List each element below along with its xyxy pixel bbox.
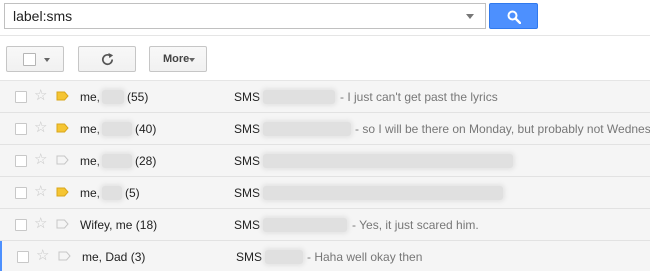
more-button-label: More: [163, 53, 190, 65]
thread-row[interactable]: ☆ me, (55) SMS - I just can't get past th…: [0, 81, 650, 113]
thread-row[interactable]: ☆ Wifey, me (18) SMS - Yes, it just scar…: [0, 209, 650, 241]
row-checkbox[interactable]: [15, 219, 27, 231]
sender: Wifey, me (18): [80, 218, 157, 232]
search-options-dropdown[interactable]: [466, 14, 474, 19]
sender: me, (5): [80, 186, 140, 200]
redacted-subject: [263, 90, 335, 104]
message-count: (55): [127, 90, 149, 104]
label-tag-icon[interactable]: [56, 123, 69, 133]
thread-label: SMS: [234, 154, 261, 168]
sender-names: me,: [80, 154, 101, 168]
thread-row[interactable]: ☆ me, (28) SMS: [0, 145, 650, 177]
redacted-subject: [265, 250, 303, 264]
search-input[interactable]: [4, 3, 486, 29]
thread-row[interactable]: ☆ me, (5) SMS: [0, 177, 650, 209]
thread-row[interactable]: ☆ me, (40) SMS - so I will be there on Mo…: [0, 113, 650, 145]
redacted-subject: [263, 186, 503, 200]
message-count: (3): [130, 250, 146, 264]
redacted-name: [102, 154, 133, 168]
redacted-name: [102, 122, 133, 136]
thread-label: SMS: [234, 218, 261, 232]
star-icon[interactable]: ☆: [34, 87, 47, 105]
thread-snippet: - Haha well okay then: [307, 250, 423, 264]
star-icon[interactable]: ☆: [34, 151, 47, 169]
label-tag-icon[interactable]: [56, 91, 69, 101]
refresh-icon: [102, 52, 114, 66]
row-checkbox[interactable]: [17, 251, 29, 263]
message-count: (5): [125, 186, 140, 200]
redacted-subject: [263, 122, 351, 136]
row-checkbox[interactable]: [15, 123, 27, 135]
label-tag-icon[interactable]: [56, 187, 69, 197]
redacted-subject: [263, 154, 513, 168]
sender: me, (28): [80, 154, 156, 168]
sender-names: me,: [80, 90, 101, 104]
star-icon[interactable]: ☆: [34, 215, 47, 233]
thread-snippet: - so I will be there on Monday, but prob…: [355, 122, 650, 136]
sender: me, Dad (3): [82, 250, 145, 264]
more-button[interactable]: More: [149, 46, 207, 72]
label-tag-icon[interactable]: [56, 219, 69, 229]
message-count: (28): [135, 154, 157, 168]
label-tag-icon[interactable]: [58, 251, 71, 261]
star-icon[interactable]: ☆: [34, 183, 47, 201]
sender-names: Wifey, me: [80, 218, 133, 232]
thread-label: SMS: [236, 250, 263, 264]
sender-names: me,: [80, 122, 101, 136]
sender-names: me, Dad: [82, 250, 128, 264]
label-tag-icon[interactable]: [56, 155, 69, 165]
row-checkbox[interactable]: [15, 187, 27, 199]
row-checkbox[interactable]: [15, 91, 27, 103]
message-count: (18): [135, 218, 158, 232]
refresh-button[interactable]: [78, 46, 136, 72]
redacted-name: [102, 186, 123, 200]
thread-label: SMS: [234, 186, 261, 200]
sender: me, (55): [80, 90, 148, 104]
thread-row[interactable]: ☆ me, Dad (3) SMS - Haha well okay then: [0, 241, 650, 271]
chevron-down-icon: [189, 58, 195, 62]
thread-snippet: - I just can't get past the lyrics: [340, 90, 498, 104]
search-icon: [507, 10, 521, 24]
select-checkbox[interactable]: [23, 53, 36, 66]
select-all-button[interactable]: [6, 46, 64, 72]
thread-label: SMS: [234, 122, 261, 136]
search-button[interactable]: [489, 3, 538, 29]
redacted-name: [102, 90, 125, 104]
thread-snippet: - Yes, it just scared him.: [352, 218, 479, 232]
search-bar: [4, 3, 538, 29]
star-icon[interactable]: ☆: [34, 119, 47, 137]
sender-names: me,: [80, 186, 101, 200]
sender: me, (40): [80, 122, 156, 136]
chevron-down-icon: [44, 58, 50, 62]
message-count: (40): [135, 122, 157, 136]
row-checkbox[interactable]: [15, 155, 27, 167]
redacted-subject: [263, 218, 347, 232]
thread-label: SMS: [234, 90, 261, 104]
star-icon[interactable]: ☆: [36, 247, 49, 265]
